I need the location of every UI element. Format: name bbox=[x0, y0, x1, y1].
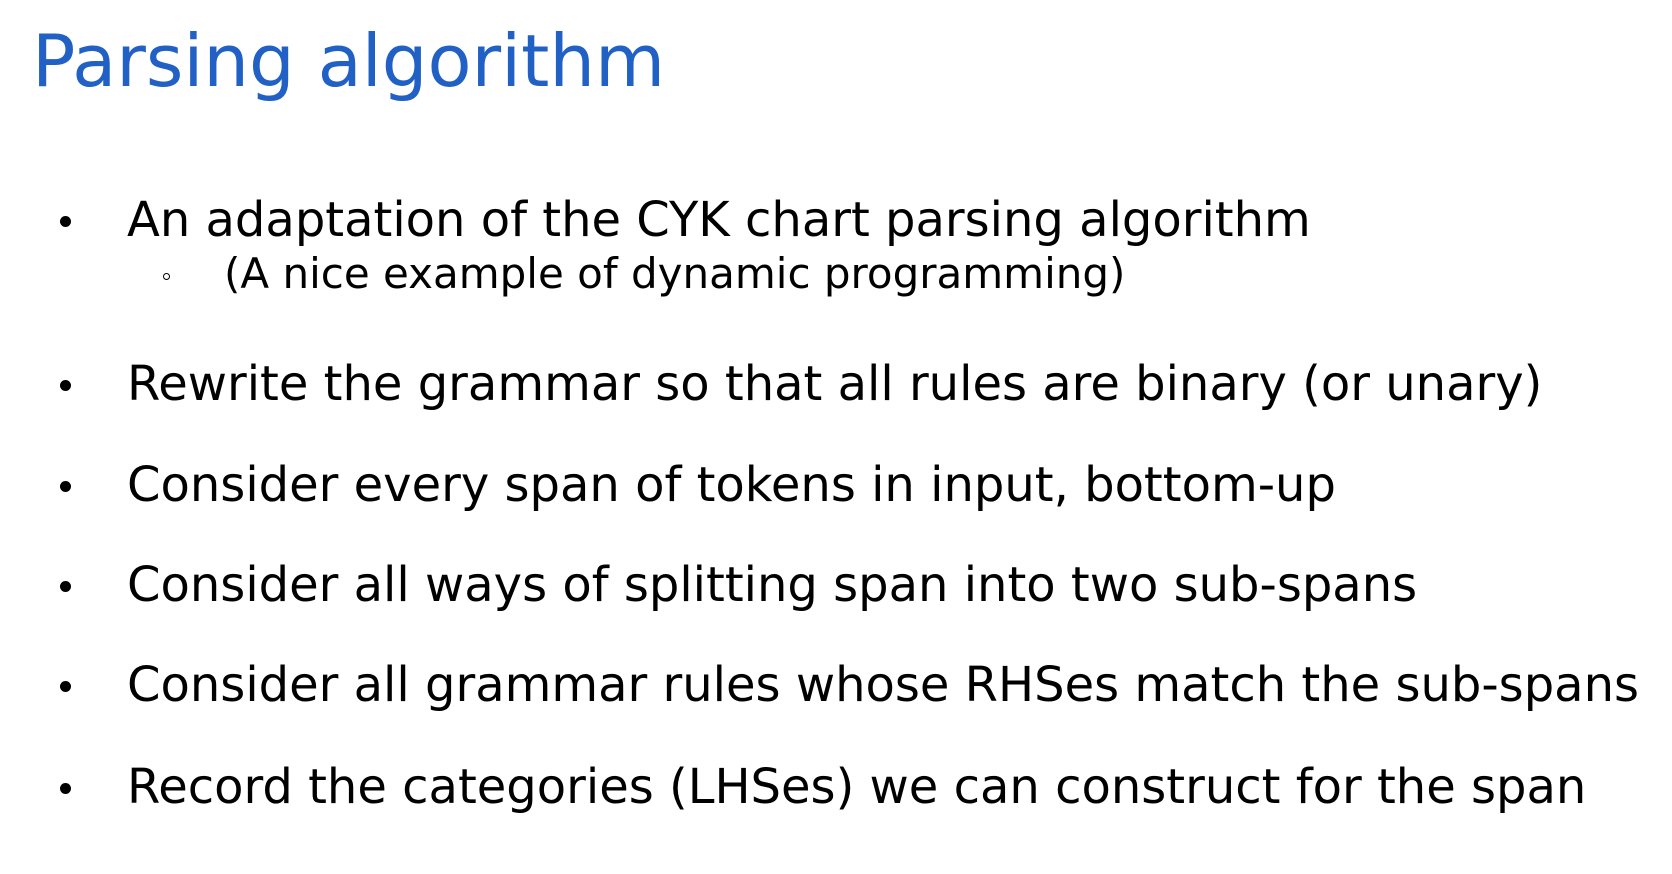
bullet-dot-icon bbox=[60, 681, 71, 692]
bullet-text: Record the categories (LHSes) we can con… bbox=[127, 759, 1587, 815]
slide-title: Parsing algorithm bbox=[32, 19, 666, 103]
bullet-dot-icon bbox=[60, 783, 71, 794]
bullet-text: Consider all ways of splitting span into… bbox=[127, 557, 1418, 613]
bullet-dot-icon bbox=[60, 380, 71, 391]
bullet-dot-icon bbox=[60, 581, 71, 592]
bullet-text: Consider every span of tokens in input, … bbox=[127, 457, 1336, 513]
slide: Parsing algorithm An adaptation of the C… bbox=[0, 0, 1672, 874]
bullet-text: Consider all grammar rules whose RHSes m… bbox=[127, 657, 1639, 713]
sub-bullet-ring-icon bbox=[163, 273, 170, 280]
sub-bullet-text: (A nice example of dynamic programming) bbox=[224, 249, 1126, 298]
bullet-text: Rewrite the grammar so that all rules ar… bbox=[127, 356, 1543, 412]
bullet-text: An adaptation of the CYK chart parsing a… bbox=[127, 192, 1311, 248]
bullet-dot-icon bbox=[60, 481, 71, 492]
bullet-dot-icon bbox=[60, 216, 71, 227]
